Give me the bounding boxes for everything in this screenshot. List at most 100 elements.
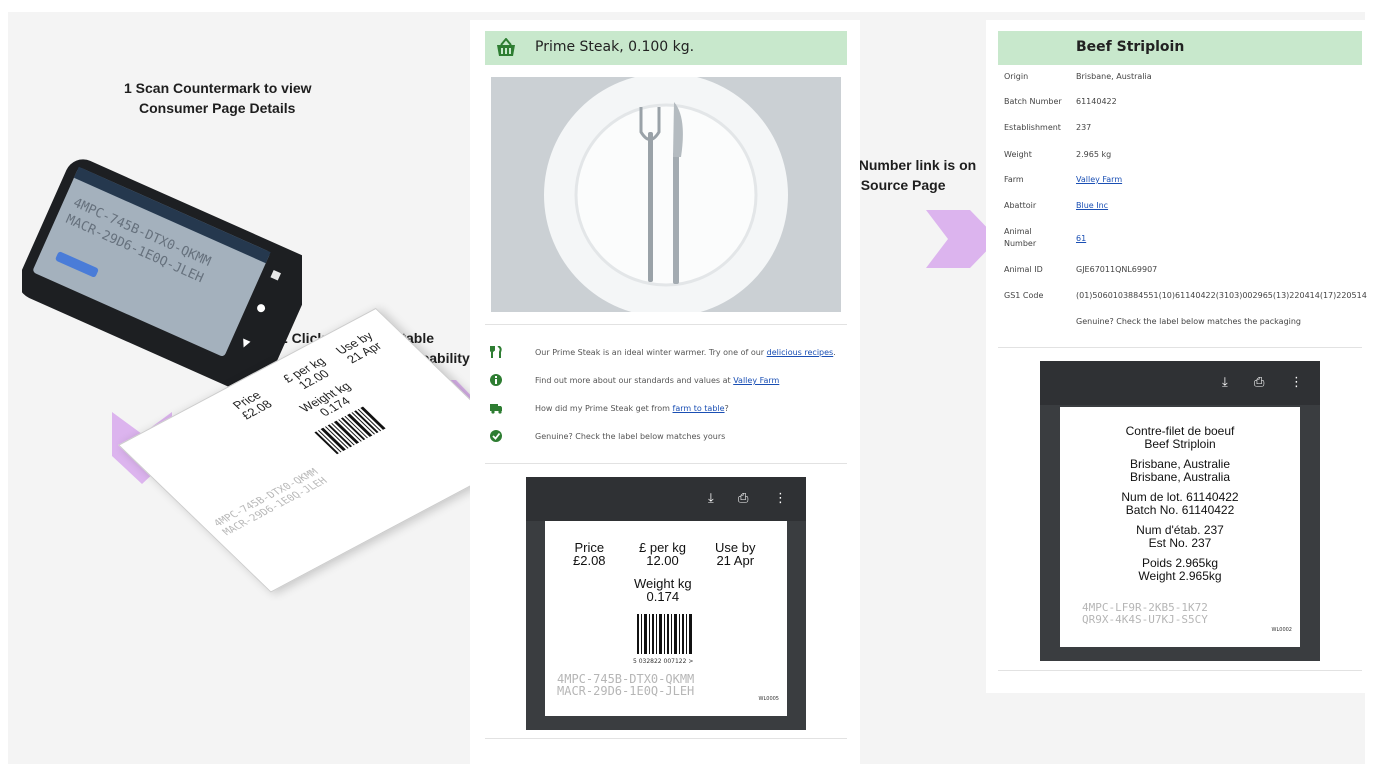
label-line-en-weight: Weight 2.965kg — [1138, 569, 1222, 583]
label-sheet: Price £2.08 £ per kg 12.00 Use by 21 Apr… — [545, 521, 787, 716]
info-row-genuine: Genuine? Check the label below matches y… — [490, 430, 850, 452]
abattoir-link[interactable]: Blue Inc — [1076, 201, 1108, 210]
farm-to-table-link[interactable]: farm to table — [673, 404, 725, 413]
divider — [485, 324, 847, 325]
label-price: Price £2.08 — [573, 541, 606, 567]
print-icon[interactable]: ⎙ — [738, 491, 748, 506]
viewer-toolbar — [526, 477, 806, 521]
label-use-by-value: 21 Apr — [716, 553, 755, 568]
row-farm: Farm Valley Farm — [1004, 175, 1364, 193]
animal-id-value: GJE67011QNL69907 — [1076, 265, 1158, 274]
row-genuine: Genuine? Check the label below matches t… — [1004, 317, 1364, 335]
source-label-text: Contre-filet de boeuf Beef Striploin Bri… — [1060, 425, 1300, 583]
label-code: WL0005 — [758, 696, 779, 702]
genuine-note: Genuine? Check the label below matches t… — [1076, 317, 1302, 326]
batch-key: Batch Number — [1004, 97, 1062, 106]
label-weight: Weight kg 0.174 — [634, 577, 692, 603]
barcode-number: 5 032822 007122 > — [633, 658, 694, 665]
plabel-price: Price £2.08 — [229, 389, 276, 422]
label-per-kg-value: 12.00 — [646, 553, 679, 568]
source-more-options-icon[interactable]: ⋮ — [1290, 375, 1303, 390]
valley-farm-link[interactable]: Valley Farm — [733, 376, 779, 385]
label-line-en-est: Est No. 237 — [1148, 536, 1212, 550]
row-animal-number: Animal Number 61 — [1004, 226, 1364, 252]
label-cm-line2: MACR-29D6-1E0Q-JLEH — [557, 684, 695, 698]
product-image — [491, 77, 841, 312]
batch-value: 61140422 — [1076, 97, 1117, 106]
abattoir-key: Abattoir — [1004, 201, 1037, 210]
info-row-recipes: Our Prime Steak is an ideal winter warme… — [490, 346, 850, 368]
animal-number-link[interactable]: 61 — [1076, 234, 1086, 243]
gs1-value: (01)5060103884551(10)61140422(3103)00296… — [1076, 291, 1367, 300]
farm-link[interactable]: Valley Farm — [1076, 175, 1122, 184]
delicious-recipes-link[interactable]: delicious recipes — [767, 348, 834, 357]
source-label-sheet: Contre-filet de boeuf Beef Striploin Bri… — [1060, 407, 1300, 647]
establishment-key: Establishment — [1004, 123, 1061, 132]
farm-key: Farm — [1004, 175, 1024, 184]
consumer-page-header: Prime Steak, 0.100 kg. — [485, 31, 847, 65]
row-abattoir: Abattoir Blue Inc — [1004, 201, 1364, 219]
step1-caption: 1 Scan Countermark to view Consumer Page… — [124, 78, 312, 118]
source-divider-2 — [998, 670, 1362, 671]
row-gs1-code: GS1 Code (01)5060103884551(10)61140422(3… — [1004, 291, 1367, 309]
plabel-useby: Use by 21 Apr — [333, 329, 386, 367]
cutlery-icon — [490, 346, 502, 358]
source-download-icon[interactable]: ⤓ — [1222, 375, 1228, 390]
source-label-code: WL0002 — [1271, 627, 1292, 633]
source-divider — [998, 347, 1362, 348]
plabel-cm-line1: 4MPC-745B-DTX0-QKMM — [211, 467, 321, 529]
row-weight: Weight 2.965 kg — [1004, 150, 1364, 168]
farm-to-table-text: How did my Prime Steak get from — [535, 404, 673, 413]
row-batch-number: Batch Number 61140422 — [1004, 97, 1364, 115]
label-line-en-batch: Batch No. 61140422 — [1125, 503, 1235, 517]
source-label-countermark: 4MPC-LF9R-2KB5-1K72 QR9X-4K4S-U7KJ-S5CY — [1082, 602, 1208, 626]
weight-key: Weight — [1004, 150, 1032, 159]
label-weight-value: 0.174 — [646, 589, 680, 604]
source-viewer-toolbar — [1040, 361, 1320, 405]
consumer-page-title: Prime Steak, 0.100 kg. — [535, 39, 695, 55]
animal-id-key: Animal ID — [1004, 265, 1043, 274]
recipes-text: Our Prime Steak is an ideal winter warme… — [535, 348, 767, 357]
row-establishment: Establishment 237 — [1004, 123, 1364, 141]
download-icon[interactable]: ⤓ — [708, 491, 714, 506]
gs1-key: GS1 Code — [1004, 291, 1044, 300]
truck-icon — [490, 404, 502, 414]
genuine-text: Genuine? Check the label below matches y… — [535, 432, 726, 441]
source-page-panel: Beef Striploin Origin Brisbane, Australi… — [986, 20, 1367, 693]
source-label-viewer: ⤓ ⎙ ⋮ Contre-filet de boeuf Beef Striplo… — [1040, 361, 1320, 661]
label-viewer: ⤓ ⎙ ⋮ Price £2.08 £ per kg 12.00 Use by … — [526, 477, 806, 730]
recipes-suffix: . — [833, 348, 836, 357]
label-countermark: 4MPC-745B-DTX0-QKMM MACR-29D6-1E0Q-JLEH — [557, 673, 694, 697]
standards-text: Find out more about our standards and va… — [535, 376, 734, 385]
label-price-value: £2.08 — [573, 553, 606, 568]
animal-number-key: Animal Number — [1004, 227, 1037, 248]
divider-3 — [485, 738, 847, 739]
farm-to-table-suffix: ? — [724, 404, 729, 413]
info-icon — [490, 374, 502, 386]
info-row-standards: Find out more about our standards and va… — [490, 374, 850, 396]
label-barcode — [637, 614, 692, 654]
origin-value: Brisbane, Australia — [1076, 72, 1152, 81]
consumer-page-panel: Prime Steak, 0.100 kg. Our Prime Steak i… — [470, 20, 860, 764]
divider-2 — [485, 463, 847, 464]
source-page-header: Beef Striploin — [998, 31, 1362, 65]
label-per-kg: £ per kg 12.00 — [639, 541, 686, 567]
basket-icon — [497, 38, 515, 56]
label-line-en-origin: Brisbane, Australia — [1129, 470, 1231, 484]
step1-line2: Consumer Page Details — [139, 100, 296, 116]
row-animal-id: Animal ID GJE67011QNL69907 — [1004, 265, 1364, 283]
scanner-phone: 4MPC-745B-DTX0-QKMM MACR-29D6-1E0Q-JLEH — [22, 159, 302, 395]
info-row-standards-text: Find out more about our standards and va… — [535, 376, 779, 385]
source-print-icon[interactable]: ⎙ — [1254, 375, 1264, 390]
label-line-en-name: Beef Striploin — [1144, 437, 1216, 451]
origin-key: Origin — [1004, 72, 1029, 81]
establishment-value: 237 — [1076, 123, 1092, 132]
more-options-icon[interactable]: ⋮ — [774, 491, 787, 506]
info-row-farm-to-table: How did my Prime Steak get from farm to … — [490, 402, 850, 424]
row-origin: Origin Brisbane, Australia — [1004, 72, 1364, 90]
label-use-by: Use by 21 Apr — [715, 541, 755, 567]
step1-line1: 1 Scan Countermark to view — [124, 80, 312, 96]
source-page-title: Beef Striploin — [1076, 39, 1185, 55]
weight-value: 2.965 kg — [1076, 150, 1112, 159]
plabel-countermark: 4MPC-745B-DTX0-QKMM MACR-29D6-1E0Q-JLEH — [212, 467, 331, 538]
